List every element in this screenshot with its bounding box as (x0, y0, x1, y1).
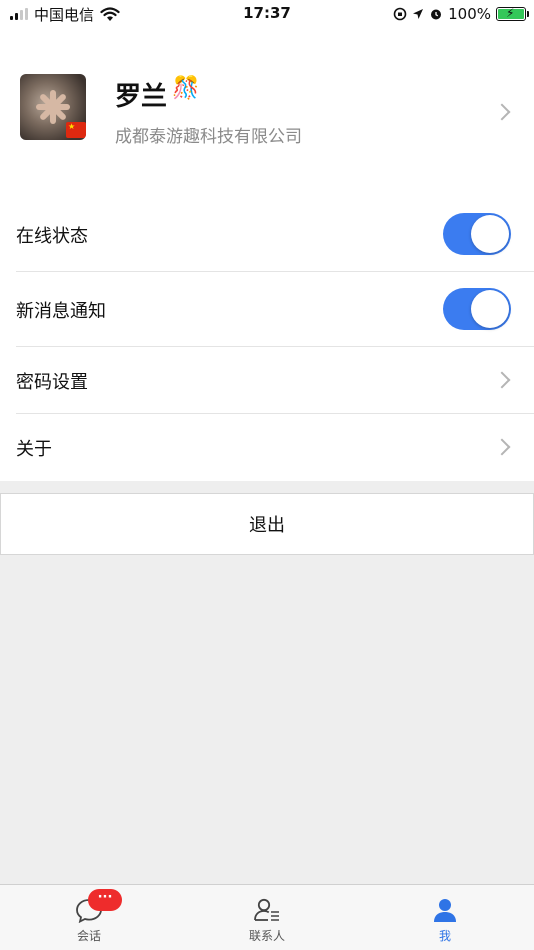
profile-name: 罗兰 (115, 82, 168, 112)
message-notification-toggle[interactable] (443, 288, 511, 330)
tab-me[interactable]: 我 (356, 885, 534, 950)
online-status-row: 在线状态 (0, 197, 534, 271)
battery-icon: ⚡ (496, 6, 529, 21)
profile-header[interactable]: ★ 罗兰 🎊 成都泰游趣科技有限公司 (0, 72, 534, 150)
chevron-right-icon (493, 371, 511, 389)
ribbon-emoji-icon: 🎊 (172, 76, 200, 101)
message-notification-label: 新消息通知 (16, 301, 106, 322)
profile-company: 成都泰游趣科技有限公司 (115, 127, 302, 147)
person-icon (434, 899, 456, 922)
chevron-right-icon (493, 103, 511, 121)
rotation-lock-icon (393, 7, 407, 21)
contacts-icon (254, 898, 279, 921)
password-settings-row[interactable]: 密码设置 (0, 347, 534, 413)
tab-bar: ··· 会话 联系人 我 (0, 884, 534, 950)
tab-contacts[interactable]: 联系人 (178, 885, 356, 950)
online-status-label: 在线状态 (16, 226, 88, 247)
chevron-right-icon (493, 438, 511, 456)
alarm-icon (431, 9, 442, 20)
unread-badge: ··· (88, 889, 122, 911)
password-settings-label: 密码设置 (16, 372, 88, 393)
location-icon (413, 9, 424, 19)
avatar[interactable]: ★ (20, 74, 86, 140)
tab-conversations[interactable]: ··· 会话 (0, 885, 178, 950)
china-flag-icon: ★ (66, 122, 86, 138)
logout-button[interactable]: 退出 (0, 493, 534, 555)
tab-conversations-label: 会话 (76, 929, 101, 943)
about-row[interactable]: 关于 (0, 414, 534, 480)
message-notification-row: 新消息通知 (0, 272, 534, 346)
tab-me-label: 我 (438, 929, 451, 943)
status-bar: 中国电信 17:37 100% ⚡ (0, 0, 534, 28)
battery-percentage: 100% (448, 5, 491, 23)
about-label: 关于 (16, 439, 52, 460)
online-status-toggle[interactable] (443, 213, 511, 255)
tab-contacts-label: 联系人 (248, 929, 285, 943)
